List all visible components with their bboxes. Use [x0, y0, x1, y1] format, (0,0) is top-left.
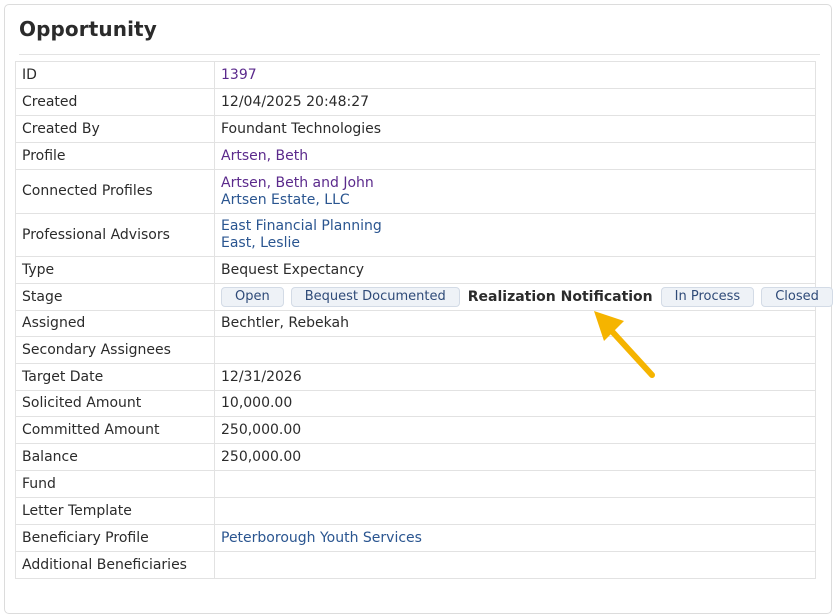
created-by-label: Created By [15, 115, 215, 143]
stage-open-button[interactable]: Open [221, 287, 284, 307]
advisor-link[interactable]: East Financial Planning [221, 218, 809, 235]
connected-profile-link[interactable]: Artsen Estate, LLC [221, 192, 809, 209]
row-additional-beneficiaries: Additional Beneficiaries [15, 551, 816, 579]
row-professional-advisors: Professional Advisors East Financial Pla… [15, 213, 816, 257]
beneficiary-profile-link[interactable]: Peterborough Youth Services [221, 530, 422, 546]
beneficiary-profile-label: Beneficiary Profile [15, 524, 215, 552]
assigned-value: Bechtler, Rebekah [214, 310, 816, 337]
secondary-assignees-label: Secondary Assignees [15, 336, 215, 364]
target-date-value: 12/31/2026 [214, 363, 816, 391]
target-date-label: Target Date [15, 363, 215, 391]
created-label: Created [15, 88, 215, 116]
balance-value: 250,000.00 [214, 443, 816, 471]
type-value: Bequest Expectancy [214, 256, 816, 284]
additional-beneficiaries-value [214, 551, 816, 579]
current-stage: Realization Notification [467, 288, 653, 305]
profile-label: Profile [15, 142, 215, 170]
row-secondary-assignees: Secondary Assignees [15, 336, 816, 364]
stage-label: Stage [15, 283, 215, 311]
row-created: Created 12/04/2025 20:48:27 [15, 88, 816, 116]
row-connected-profiles: Connected Profiles Artsen, Beth and John… [15, 169, 816, 214]
committed-amount-label: Committed Amount [15, 416, 215, 444]
row-committed-amount: Committed Amount 250,000.00 [15, 416, 816, 444]
page-title: Opportunity [19, 17, 157, 41]
fund-label: Fund [15, 470, 215, 498]
id-label: ID [15, 61, 215, 89]
row-solicited-amount: Solicited Amount 10,000.00 [15, 390, 816, 417]
advisor-link[interactable]: East, Leslie [221, 235, 809, 252]
stage-closed-button[interactable]: Closed [761, 287, 833, 307]
stage-bequest-documented-button[interactable]: Bequest Documented [290, 287, 460, 307]
type-label: Type [15, 256, 215, 284]
assigned-label: Assigned [15, 310, 215, 337]
secondary-assignees-value [214, 336, 816, 364]
stage-in-process-button[interactable]: In Process [660, 287, 755, 307]
created-by-value: Foundant Technologies [214, 115, 816, 143]
created-value: 12/04/2025 20:48:27 [214, 88, 816, 116]
committed-amount-value: 250,000.00 [214, 416, 816, 444]
row-id: ID 1397 [15, 61, 816, 89]
additional-beneficiaries-label: Additional Beneficiaries [15, 551, 215, 579]
professional-advisors-label: Professional Advisors [15, 213, 215, 257]
fund-value [214, 470, 816, 498]
row-stage: Stage Open Bequest Documented Realizatio… [15, 283, 833, 311]
connected-profile-link[interactable]: Artsen, Beth and John [221, 175, 809, 192]
opportunity-details-table: ID 1397 Created 12/04/2025 20:48:27 Crea… [15, 61, 833, 579]
row-assigned: Assigned Bechtler, Rebekah [15, 310, 816, 337]
arrow-annotation-icon [594, 311, 655, 378]
solicited-amount-label: Solicited Amount [15, 390, 215, 417]
balance-label: Balance [15, 443, 215, 471]
row-target-date: Target Date 12/31/2026 [15, 363, 816, 391]
row-created-by: Created By Foundant Technologies [15, 115, 816, 143]
solicited-amount-value: 10,000.00 [214, 390, 816, 417]
row-profile: Profile Artsen, Beth [15, 142, 816, 170]
row-letter-template: Letter Template [15, 497, 816, 525]
stage-selector: Open Bequest Documented Realization Noti… [221, 287, 833, 307]
title-divider [19, 54, 820, 55]
row-balance: Balance 250,000.00 [15, 443, 816, 471]
letter-template-value [214, 497, 816, 525]
row-type: Type Bequest Expectancy [15, 256, 816, 284]
id-link[interactable]: 1397 [221, 67, 257, 83]
row-beneficiary-profile: Beneficiary Profile Peterborough Youth S… [15, 524, 816, 552]
letter-template-label: Letter Template [15, 497, 215, 525]
connected-profiles-label: Connected Profiles [15, 169, 215, 214]
row-fund: Fund [15, 470, 816, 498]
profile-link[interactable]: Artsen, Beth [221, 148, 308, 164]
